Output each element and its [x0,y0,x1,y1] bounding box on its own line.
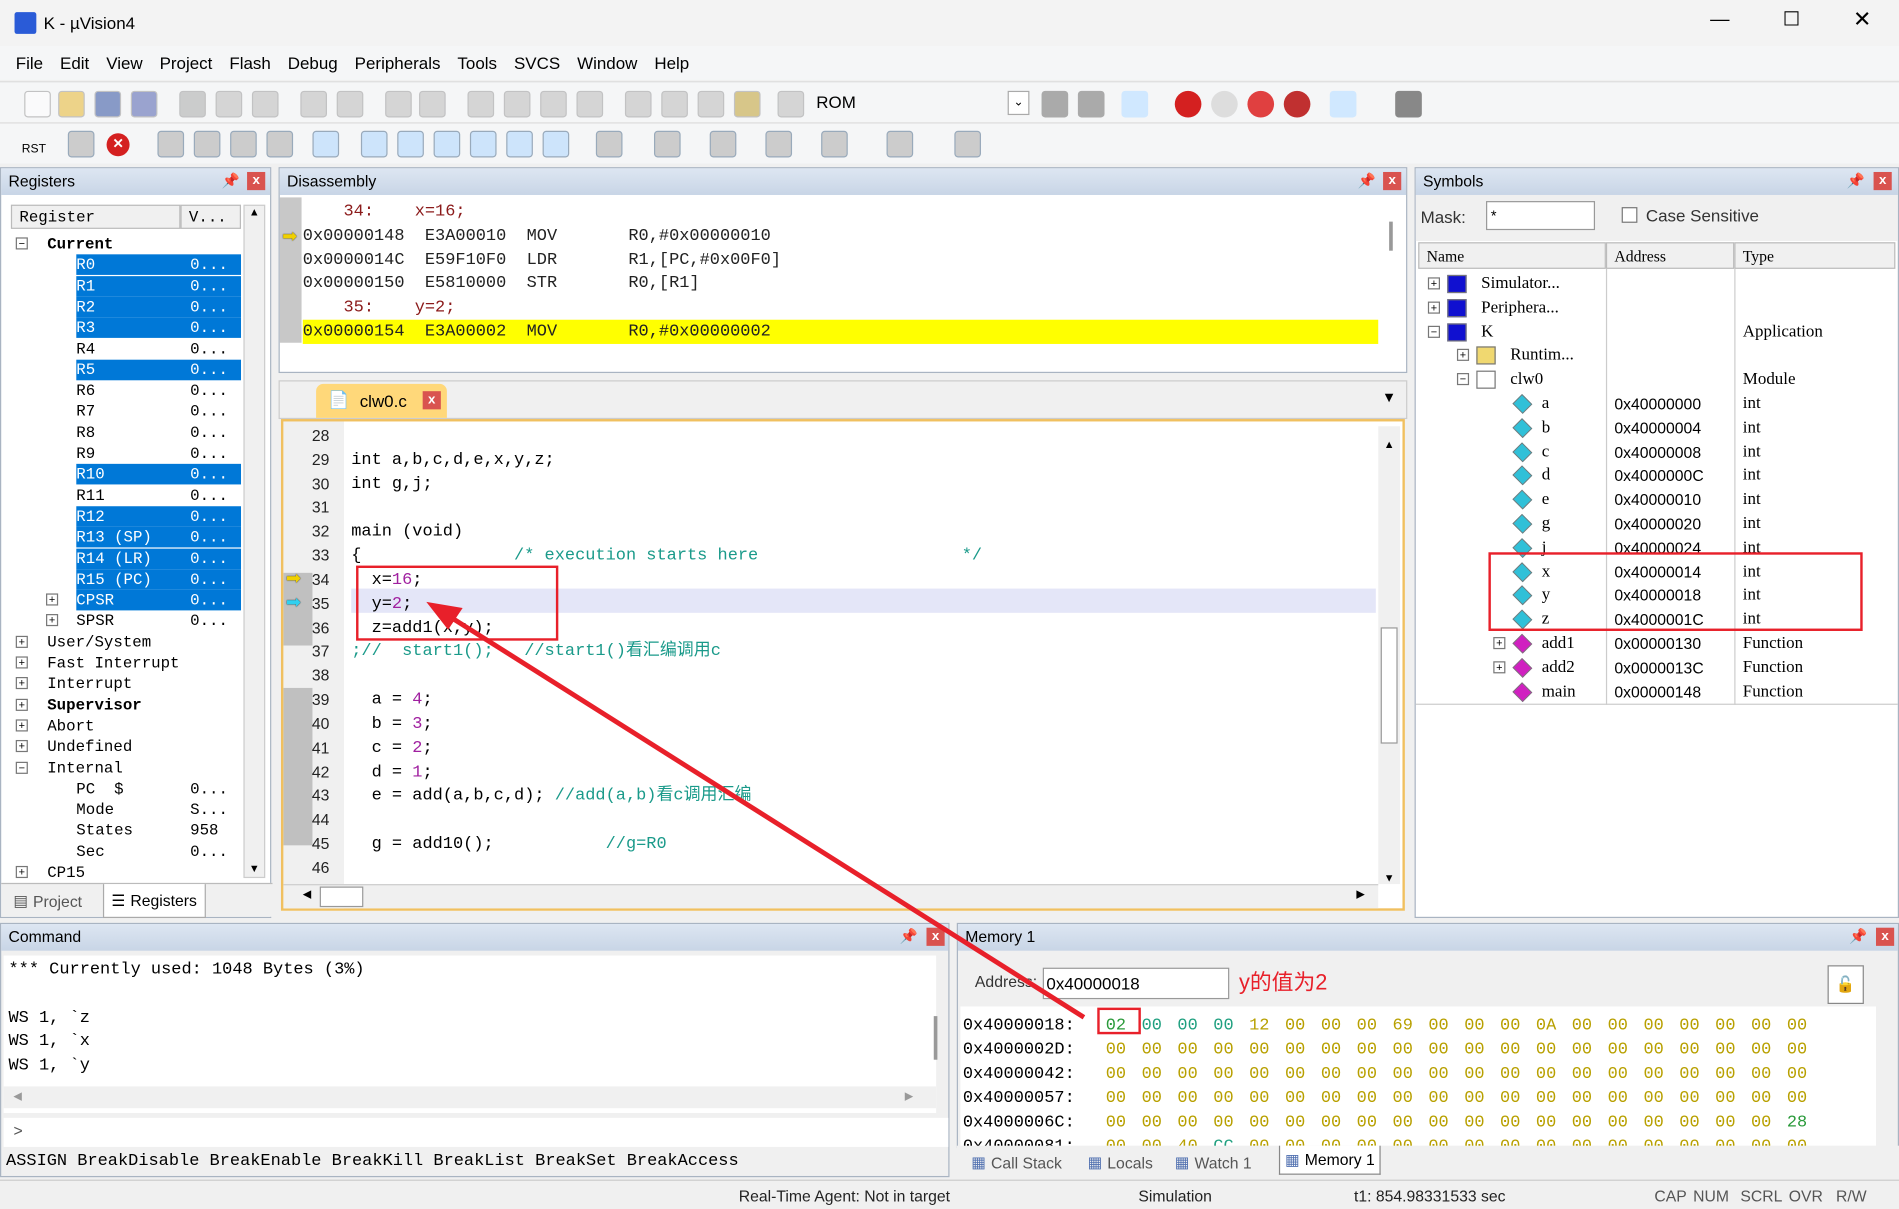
uvision-window: K - µVision4 — ☐ ✕ File Edit View Project Fl… [0,0,1899,1209]
annotation-arrow [426,601,1086,1020]
